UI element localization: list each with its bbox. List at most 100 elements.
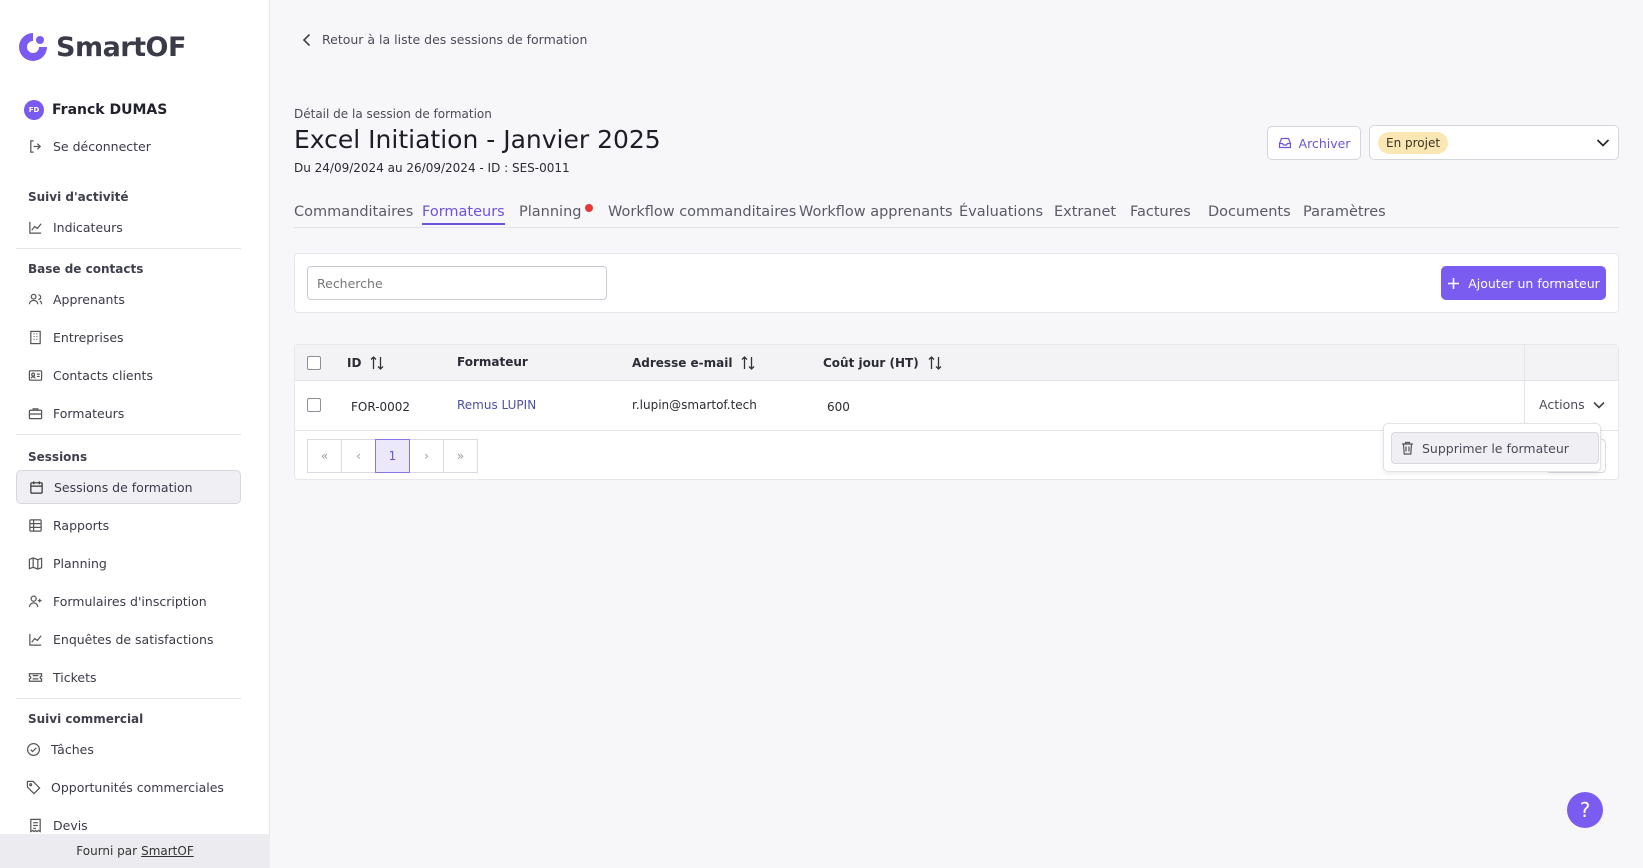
sidebar-item-label: Formulaires d'inscription: [53, 593, 207, 609]
user-plus-icon: [28, 595, 42, 607]
sidebar-item-companies[interactable]: Entreprises: [16, 320, 241, 354]
row-actions-button[interactable]: Actions: [1539, 397, 1605, 412]
session-dates: Du 24/09/2024 au 26/09/2024 - ID : SES-0…: [294, 161, 570, 175]
table-header: ID Formateur Adresse e-mail Coût jour (H…: [295, 345, 1618, 381]
check-circle-icon: [26, 742, 41, 756]
column-email[interactable]: Adresse e-mail: [632, 355, 756, 371]
sidebar-item-label: Apprenants: [53, 291, 125, 307]
logout-icon: [30, 139, 42, 153]
cell-email: r.lupin@smartof.tech: [632, 398, 757, 412]
sidebar-item-registration-forms[interactable]: Formulaires d'inscription: [16, 584, 241, 618]
sidebar-item-label: Enquêtes de satisfactions: [53, 631, 214, 647]
sidebar-footer: Fourni par SmartOF: [0, 834, 270, 868]
first-page-button[interactable]: «: [307, 439, 342, 473]
help-button[interactable]: ?: [1567, 792, 1603, 828]
sidebar-item-training-sessions[interactable]: Sessions de formation: [16, 470, 241, 504]
column-email-label: Adresse e-mail: [632, 356, 733, 370]
column-cost[interactable]: Coût jour (HT): [823, 355, 943, 371]
calendar-icon: [30, 480, 43, 494]
divider: [16, 248, 241, 249]
status-select[interactable]: En projet: [1369, 125, 1619, 160]
sidebar-item-label: Indicateurs: [53, 219, 123, 235]
page-title: Excel Initiation - Janvier 2025: [294, 125, 661, 154]
logout-label: Se déconnecter: [53, 138, 151, 154]
divider: [16, 434, 241, 435]
column-trainer: Formateur: [457, 355, 528, 369]
tab-parametres[interactable]: Paramètres: [1303, 204, 1386, 220]
sidebar-item-indicators[interactable]: Indicateurs: [16, 210, 241, 244]
cell-id: FOR-0002: [351, 400, 411, 414]
user-name: Franck DUMAS: [52, 102, 168, 118]
cell-cost: 600: [827, 400, 850, 414]
select-all-checkbox[interactable]: [307, 356, 321, 370]
delete-trainer-menu-item[interactable]: Supprimer le formateur: [1391, 432, 1599, 464]
sidebar-item-client-contacts[interactable]: Contacts clients: [16, 358, 241, 392]
sidebar-item-learners[interactable]: Apprenants: [16, 282, 241, 316]
sidebar-item-label: Opportunités commerciales: [51, 779, 224, 795]
sidebar-item-opportunities[interactable]: Opportunités commerciales: [16, 770, 241, 804]
archive-button[interactable]: Archiver: [1267, 126, 1361, 160]
chart-line-icon: [29, 221, 42, 234]
sidebar-item-planning[interactable]: Planning: [16, 546, 241, 580]
logo-text: SmartOF: [56, 31, 186, 63]
chevron-down-icon: [1596, 138, 1610, 147]
sidebar-item-label: Entreprises: [53, 329, 124, 345]
plus-icon: [1448, 277, 1460, 289]
cell-trainer-link[interactable]: Remus LUPIN: [457, 398, 536, 412]
delete-trainer-label: Supprimer le formateur: [1422, 440, 1569, 456]
page-button[interactable]: 1: [375, 439, 410, 473]
prev-page-button[interactable]: ‹: [341, 439, 376, 473]
receipt-icon: [30, 818, 41, 833]
tab-extranet[interactable]: Extranet: [1054, 204, 1116, 220]
search-input[interactable]: [307, 266, 607, 300]
add-trainer-button[interactable]: Ajouter un formateur: [1441, 266, 1606, 300]
sidebar-item-surveys[interactable]: Enquêtes de satisfactions: [16, 622, 241, 656]
tab-workflow-apprenants[interactable]: Workflow apprenants: [799, 204, 953, 220]
sidebar-item-label: Sessions de formation: [54, 479, 193, 495]
back-link[interactable]: Retour à la liste des sessions de format…: [302, 32, 587, 47]
tab-documents[interactable]: Documents: [1208, 204, 1291, 220]
sort-icon: [742, 356, 755, 370]
sidebar-item-reports[interactable]: Rapports: [16, 508, 241, 542]
app-logo[interactable]: SmartOF: [16, 30, 186, 64]
sidebar-item-label: Planning: [53, 555, 107, 571]
tag-icon: [26, 780, 41, 794]
section-sessions: Sessions: [28, 450, 88, 464]
sidebar-item-tasks[interactable]: Tâches: [16, 732, 241, 766]
pagination: « ‹ 1 › »: [307, 439, 478, 473]
sidebar-item-tickets[interactable]: Tickets: [16, 660, 241, 694]
tab-workflow-commanditaires[interactable]: Workflow commanditaires: [608, 204, 796, 220]
row-checkbox[interactable]: [307, 398, 321, 412]
tab-formateurs[interactable]: Formateurs: [422, 204, 505, 225]
ticket-icon: [28, 672, 43, 682]
archive-icon: [1278, 137, 1291, 149]
section-commercial: Suivi commercial: [28, 712, 144, 726]
last-page-button[interactable]: »: [443, 439, 478, 473]
alert-dot-icon: [585, 204, 594, 212]
sidebar-item-label: Tickets: [53, 669, 97, 685]
column-cost-label: Coût jour (HT): [823, 356, 919, 370]
next-page-button[interactable]: ›: [409, 439, 444, 473]
search-panel: Ajouter un formateur: [294, 253, 1619, 313]
logo-mark-icon: [16, 30, 50, 64]
tab-factures[interactable]: Factures: [1130, 204, 1191, 220]
briefcase-icon: [28, 407, 43, 419]
sort-icon: [370, 356, 384, 370]
add-trainer-label: Ajouter un formateur: [1468, 275, 1600, 291]
tab-evaluations[interactable]: Évaluations: [959, 204, 1043, 220]
footer-prefix: Fourni par: [76, 844, 138, 858]
logout-link[interactable]: Se déconnecter: [16, 129, 241, 163]
trash-icon: [1402, 441, 1413, 455]
id-card-icon: [28, 369, 43, 381]
divider: [16, 698, 241, 699]
tab-commanditaires[interactable]: Commanditaires: [294, 204, 413, 220]
actions-label: Actions: [1539, 397, 1585, 412]
users-icon: [28, 293, 43, 304]
sidebar-item-trainers[interactable]: Formateurs: [16, 396, 241, 430]
tab-planning[interactable]: Planning: [519, 204, 594, 220]
column-id[interactable]: ID: [347, 355, 385, 371]
archive-label: Archiver: [1298, 135, 1351, 151]
footer-link[interactable]: SmartOF: [141, 844, 194, 858]
sidebar-item-label: Contacts clients: [53, 367, 153, 383]
section-activity: Suivi d'activité: [28, 190, 129, 204]
